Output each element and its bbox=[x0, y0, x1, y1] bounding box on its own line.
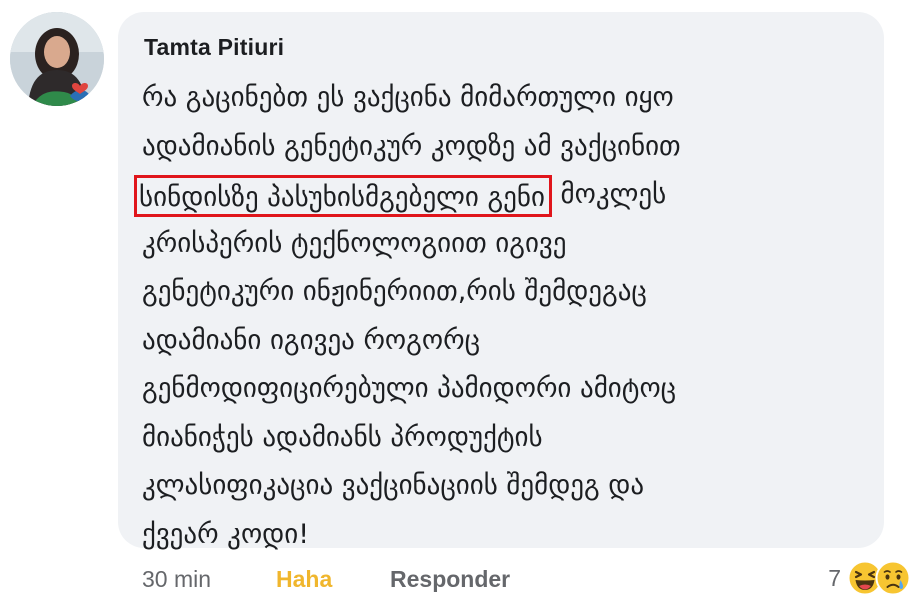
comment-line: ქვეარ კოდი! bbox=[142, 518, 310, 550]
comment-line: გენმოდიფიცირებული პამიდორი ამიტოც bbox=[142, 373, 677, 404]
comment-line: სინდისზე პასუხისმგებელი გენი მოკლეს bbox=[134, 171, 872, 220]
react-haha-button[interactable]: Haha bbox=[276, 562, 332, 596]
comment-author-name[interactable]: Tamta Pitiuri bbox=[144, 34, 284, 61]
reply-button[interactable]: Responder bbox=[390, 562, 510, 596]
highlighted-phrase: სინდისზე პასუხისმგებელი გენი bbox=[134, 174, 552, 217]
reaction-count: 7 bbox=[828, 564, 841, 591]
comment-line: გენეტიკური ინჟინერიით,რის შემდეგაც bbox=[142, 276, 647, 307]
comment-line: რა გაცინებთ ეს ვაქცინა მიმართული იყო bbox=[142, 82, 674, 113]
comment-line-text: მოკლეს bbox=[560, 179, 667, 210]
comment-timestamp[interactable]: 30 min bbox=[142, 562, 211, 596]
comment-line: ადამიანის გენეტიკურ კოდზე ამ ვაქცინით bbox=[142, 130, 681, 162]
avatar-image bbox=[10, 12, 104, 106]
comment-body: რა გაცინებთ ეს ვაქცინა მიმართული იყო ადა… bbox=[134, 74, 872, 559]
reaction-summary[interactable]: 7 bbox=[828, 556, 911, 600]
comment-line: მიანიჭეს ადამიანს პროდუქტის bbox=[142, 421, 543, 453]
comment-screenshot: Tamta Pitiuri რა გაცინებთ ეს ვაქცინა მიმ… bbox=[0, 0, 919, 611]
comment-line: ადამიანი იგივეა როგორც bbox=[142, 324, 480, 356]
avatar[interactable] bbox=[10, 12, 104, 106]
comment-line: კლასიფიკაცია ვაქცინაციის შემდეგ და bbox=[142, 470, 645, 501]
comment-line: კრისპერის ტექნოლოგიით იგივე bbox=[142, 227, 567, 259]
sad-emoji-icon bbox=[875, 560, 911, 596]
